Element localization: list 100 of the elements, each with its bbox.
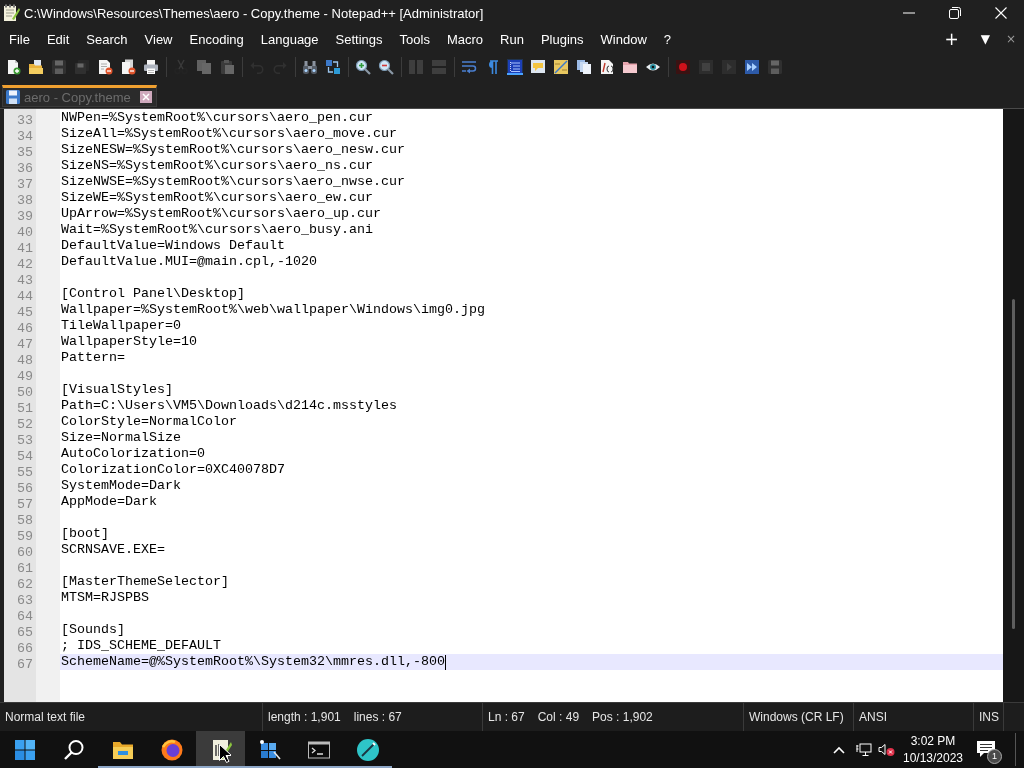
line-number: 37 bbox=[17, 177, 33, 192]
line-number: 66 bbox=[17, 641, 33, 656]
status-text: lines : 67 bbox=[353, 710, 402, 724]
close-icon[interactable] bbox=[995, 7, 1007, 19]
orb-icon bbox=[159, 737, 184, 762]
menu-item[interactable]: Window bbox=[592, 27, 656, 51]
menu-item[interactable]: View bbox=[136, 27, 181, 51]
close-button[interactable]: × bbox=[1001, 28, 1020, 50]
binoculars-icon[interactable] bbox=[302, 59, 318, 75]
code-line: ColorizationColor=0XC40078D7 bbox=[61, 462, 285, 477]
line-number: 40 bbox=[17, 225, 33, 240]
pages-icon[interactable] bbox=[576, 59, 592, 75]
zoom-out-icon[interactable] bbox=[378, 59, 394, 75]
code-line: Wait=%SystemRoot%\cursors\aero_busy.ani bbox=[61, 222, 373, 237]
code-line: AutoColorization=0 bbox=[61, 446, 205, 461]
menu-item[interactable]: Run bbox=[491, 27, 533, 51]
restore-icon[interactable] bbox=[949, 7, 961, 19]
line-number: 62 bbox=[17, 577, 33, 592]
speech-bubble-icon[interactable] bbox=[530, 59, 546, 75]
menu-item[interactable]: Encoding bbox=[181, 27, 253, 51]
fast-forward-icon[interactable] bbox=[744, 59, 760, 75]
code-line: Path=C:\Users\VM5\Downloads\d214c.msstyles bbox=[61, 398, 397, 413]
speaker-error-icon[interactable] bbox=[878, 742, 896, 757]
code-line: SCRNSAVE.EXE= bbox=[61, 542, 165, 557]
line-number: 65 bbox=[17, 625, 33, 640]
line-number: 54 bbox=[17, 449, 33, 464]
chevron-up-icon[interactable] bbox=[833, 745, 845, 754]
line-number: 45 bbox=[17, 305, 33, 320]
plus-button[interactable]: + bbox=[936, 28, 967, 50]
code-line: DefaultValue.MUI=@main.cpl,-1020 bbox=[61, 254, 317, 269]
code-line: SchemeName=@%SystemRoot%\System32\mmres.dll,-800 bbox=[61, 654, 445, 669]
code-line: SizeAll=%SystemRoot%\cursors\aero_move.cur bbox=[61, 126, 397, 141]
open-folder-icon[interactable] bbox=[28, 59, 44, 75]
code-line: ColorStyle=NormalColor bbox=[61, 414, 237, 429]
line-number: 57 bbox=[17, 497, 33, 512]
line-number: 51 bbox=[17, 401, 33, 416]
word-wrap-icon[interactable] bbox=[461, 59, 477, 75]
status-text: Col : 49 bbox=[537, 710, 580, 724]
code-line: UpArrow=%SystemRoot%\cursors\aero_up.cur bbox=[61, 206, 381, 221]
line-number: 42 bbox=[17, 257, 33, 272]
code-line: [boot] bbox=[61, 526, 109, 541]
printer-icon[interactable] bbox=[143, 59, 159, 75]
menu-item[interactable]: Settings bbox=[327, 27, 392, 51]
menu-item[interactable]: Macro bbox=[438, 27, 492, 51]
clock-time[interactable]: 3:02 PM bbox=[910, 732, 956, 750]
status-text: Normal text file bbox=[5, 710, 86, 724]
code-line: [VisualStyles] bbox=[61, 382, 173, 397]
dropdown-button[interactable]: ▼ bbox=[972, 28, 998, 50]
network-icon[interactable] bbox=[856, 742, 872, 757]
line-number: 67 bbox=[17, 657, 33, 672]
code-line: Pattern= bbox=[61, 350, 125, 365]
line-number: 56 bbox=[17, 481, 33, 496]
menu-item[interactable]: ? bbox=[655, 27, 680, 51]
status-text: length : 1,901 bbox=[268, 710, 341, 724]
taskbar-button[interactable] bbox=[196, 731, 245, 768]
clock-date[interactable]: 10/13/2023 bbox=[902, 749, 964, 767]
map-icon[interactable] bbox=[553, 59, 569, 75]
line-number: 47 bbox=[17, 337, 33, 352]
start-menu-icon[interactable] bbox=[12, 737, 37, 762]
line-number: 41 bbox=[17, 241, 33, 256]
menu-item[interactable]: Search bbox=[77, 27, 137, 51]
menu-item[interactable]: Edit bbox=[38, 27, 78, 51]
close-icon[interactable] bbox=[139, 91, 152, 103]
code-line: SizeWE=%SystemRoot%\cursors\aero_ew.cur bbox=[61, 190, 373, 205]
pages-minus-icon[interactable] bbox=[120, 59, 136, 75]
line-number: 52 bbox=[17, 417, 33, 432]
zoom-in-icon[interactable] bbox=[355, 59, 371, 75]
status-text: ANSI bbox=[859, 710, 887, 724]
mouse-pointer-icon bbox=[219, 744, 231, 763]
new-file-icon[interactable] bbox=[5, 59, 21, 75]
squares-pen-icon bbox=[257, 737, 282, 762]
line-number: 53 bbox=[17, 433, 33, 448]
menu-item[interactable]: Plugins bbox=[532, 27, 593, 51]
line-number: 33 bbox=[17, 113, 33, 128]
status-text: Pos : 1,902 bbox=[592, 710, 653, 724]
folder-icon[interactable] bbox=[622, 59, 638, 75]
menu-item[interactable]: Language bbox=[252, 27, 328, 51]
indent-lines-icon[interactable] bbox=[507, 59, 523, 75]
scrollbar-thumb[interactable] bbox=[1012, 299, 1015, 629]
line-number: 55 bbox=[17, 465, 33, 480]
line-number: 44 bbox=[17, 289, 33, 304]
line-number: 59 bbox=[17, 529, 33, 544]
squares-arrow-icon[interactable] bbox=[325, 59, 341, 75]
scrollbar[interactable] bbox=[1003, 109, 1024, 702]
line-number: 38 bbox=[17, 193, 33, 208]
menu-item[interactable]: File bbox=[0, 27, 39, 51]
code-line: [Control Panel\Desktop] bbox=[61, 286, 245, 301]
code-line: TileWallpaper=0 bbox=[61, 318, 181, 333]
line-number: 60 bbox=[17, 545, 33, 560]
code-line: AppMode=Dark bbox=[61, 494, 157, 509]
page-brackets-icon[interactable] bbox=[599, 59, 615, 75]
code-line: [MasterThemeSelector] bbox=[61, 574, 229, 589]
text-cursor-icon bbox=[444, 655, 446, 670]
notepad-icon bbox=[2, 4, 20, 22]
page-minus-icon[interactable] bbox=[97, 59, 113, 75]
record-icon[interactable] bbox=[675, 59, 691, 75]
code-line: MTSM=RJSPBS bbox=[61, 590, 149, 605]
menu-item[interactable]: Tools bbox=[391, 27, 439, 51]
line-number: 58 bbox=[17, 513, 33, 528]
status-text: INS bbox=[979, 710, 999, 724]
